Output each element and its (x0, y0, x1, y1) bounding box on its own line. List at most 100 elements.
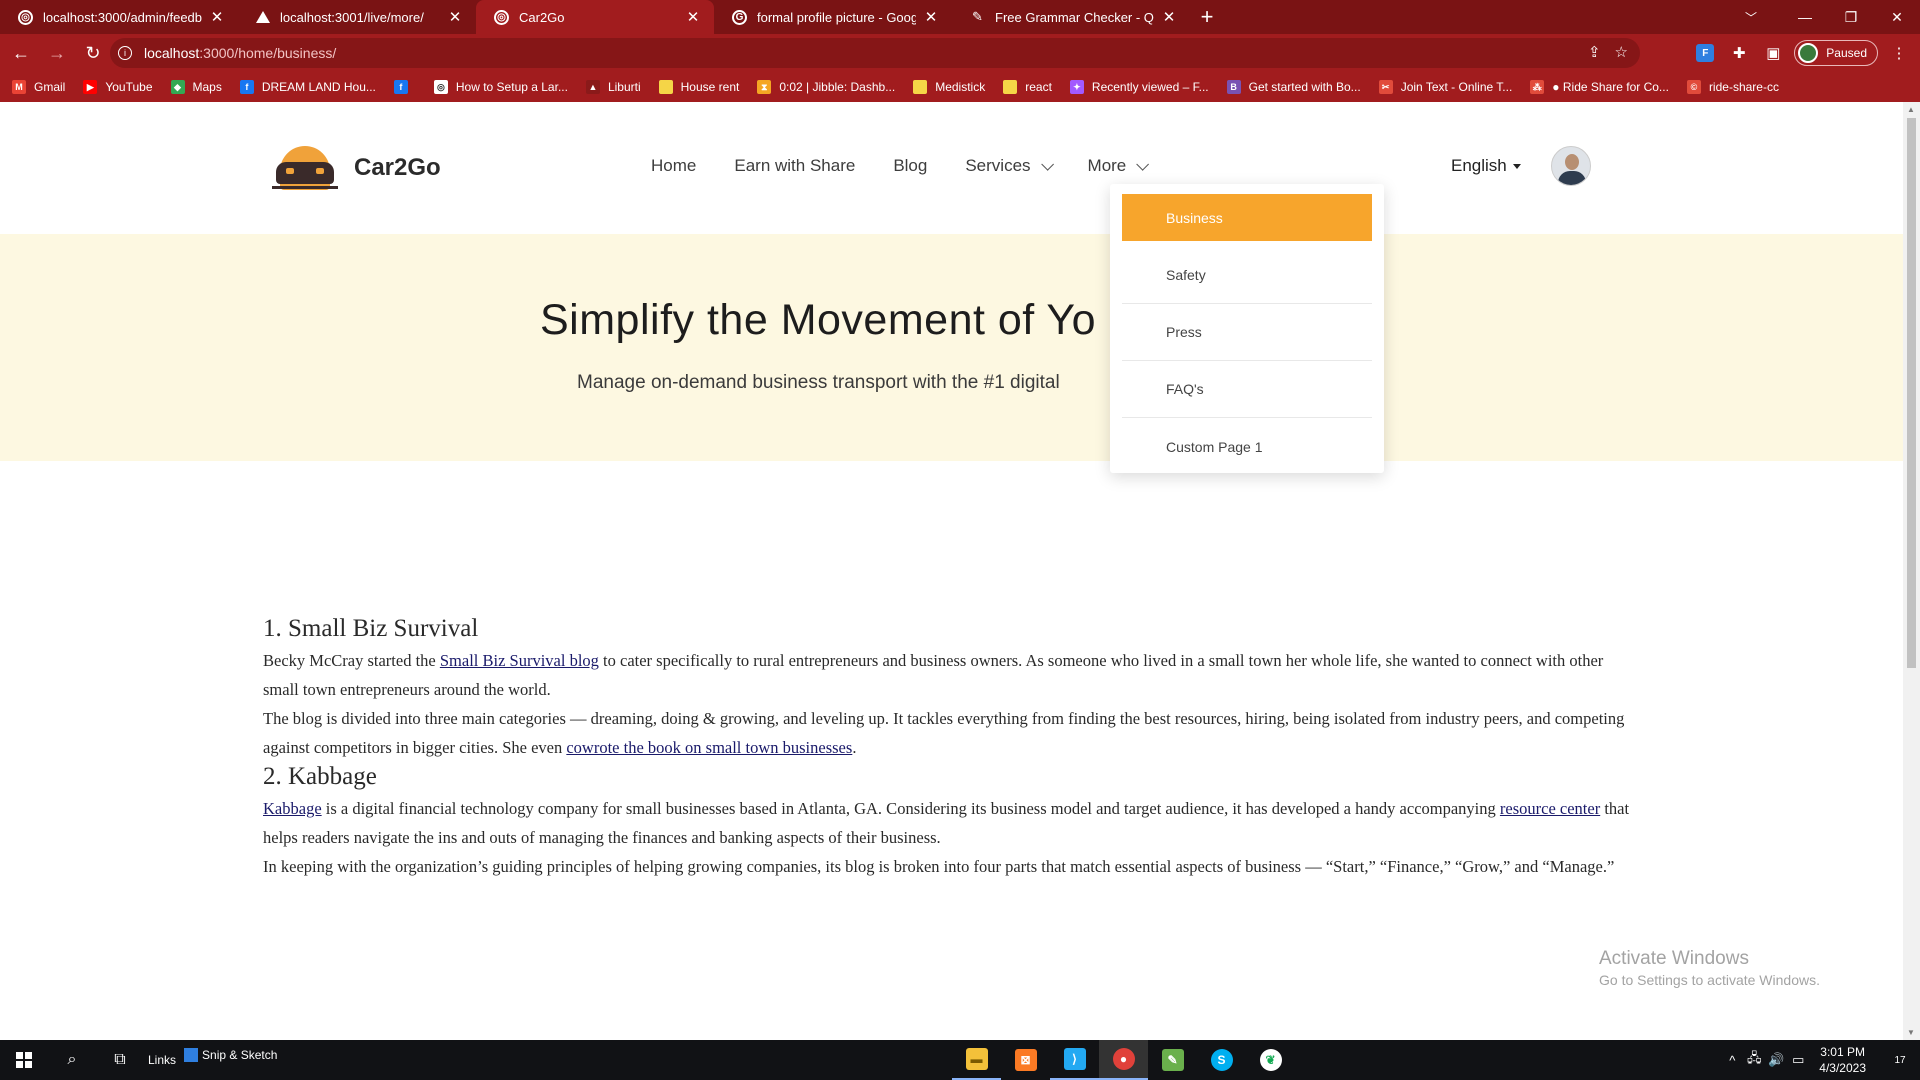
nav-more[interactable]: More (1087, 156, 1150, 176)
page-scrollbar[interactable]: ▲ ▼ (1903, 102, 1920, 1040)
tab-search-icon[interactable]: ﹀ (1728, 0, 1774, 34)
close-tab-icon[interactable]: ✕ (684, 8, 702, 26)
bookmark-item[interactable]: ✦ Recently viewed – F... (1069, 80, 1209, 94)
main-nav: Home Earn with Share Blog Services More (651, 156, 1183, 176)
bookmark-favicon-icon: M (12, 80, 26, 94)
search-icon[interactable]: ⌕ (48, 1040, 96, 1080)
scroll-up-icon[interactable]: ▲ (1907, 105, 1915, 114)
browser-tab-active[interactable]: ◎ Car2Go ✕ (476, 0, 714, 34)
xampp-app[interactable]: ⊠ (1001, 1040, 1050, 1080)
bookmark-item[interactable]: ⁂ ● Ride Share for Co... (1530, 80, 1669, 94)
language-selector[interactable]: English (1451, 156, 1521, 176)
browser-tab[interactable]: ✎ Free Grammar Checker - QuillBot ✕ (952, 0, 1190, 34)
nav-home[interactable]: Home (651, 156, 696, 176)
site-logo[interactable]: Car2Go (272, 144, 441, 192)
notepad-app[interactable]: ✎ (1148, 1040, 1197, 1080)
bookmark-favicon-icon (658, 80, 673, 94)
resource-center-link[interactable]: resource center (1500, 799, 1600, 818)
site-info-icon[interactable]: i (118, 46, 132, 60)
address-bar[interactable]: i localhost:3000/home/business/ ⇪ ☆ (110, 38, 1640, 68)
bookmark-item[interactable]: Medistick (913, 80, 985, 94)
bookmark-item[interactable]: ◎ How to Setup a Lar... (433, 80, 568, 94)
small-biz-survival-link[interactable]: Small Biz Survival blog (440, 651, 599, 670)
notifications-icon[interactable]: 17 (1880, 1040, 1920, 1080)
bookmark-item[interactable]: M Gmail (12, 80, 65, 94)
bookmark-item[interactable]: ◆ Maps (170, 80, 222, 94)
nav-earn-with-share[interactable]: Earn with Share (734, 156, 855, 176)
book-link[interactable]: cowrote the book on small town businesse… (566, 738, 852, 757)
file-explorer-app[interactable]: ▬ (952, 1040, 1001, 1080)
start-button[interactable] (0, 1040, 48, 1080)
close-tab-icon[interactable]: ✕ (922, 8, 940, 26)
bookmark-label: ride-share-cc (1708, 80, 1779, 94)
nav-more-label: More (1087, 156, 1127, 175)
bookmark-item[interactable]: ▲ Liburti (585, 80, 641, 94)
tab-title: Car2Go (519, 9, 565, 25)
menu-item-business[interactable]: Business (1122, 194, 1372, 241)
bookmark-item[interactable]: ▶ YouTube (83, 80, 153, 94)
bookmark-favicon-icon: ◆ (170, 80, 185, 94)
bookmark-item[interactable]: ⧗ 0:02 | Jibble: Dashb... (757, 80, 895, 94)
menu-item-faqs[interactable]: FAQ's (1122, 361, 1372, 418)
reload-icon[interactable]: ↻ (78, 38, 108, 68)
bookmark-favicon-icon (1003, 80, 1018, 94)
side-panel-icon[interactable]: ▣ (1760, 40, 1786, 66)
menu-kebab-icon[interactable]: ⋮ (1886, 40, 1912, 66)
bookmark-favicon-icon: ▶ (83, 80, 98, 94)
bookmark-item[interactable]: ✂ Join Text - Online T... (1378, 80, 1512, 94)
bookmark-item[interactable]: B Get started with Bo... (1226, 80, 1361, 94)
back-icon[interactable]: ← (6, 38, 36, 68)
chevron-up-icon[interactable]: ^ (1721, 1053, 1743, 1068)
watermark-title: Activate Windows (1599, 948, 1749, 969)
minimize-icon[interactable]: — (1782, 0, 1828, 34)
nav-blog[interactable]: Blog (893, 156, 927, 176)
kabbage-link[interactable]: Kabbage (263, 799, 322, 818)
close-tab-icon[interactable]: ✕ (1160, 8, 1178, 26)
nav-services[interactable]: Services (965, 156, 1054, 176)
bookmark-item[interactable]: © ride-share-cc (1686, 80, 1779, 94)
bookmark-favicon-icon: © (1686, 80, 1701, 94)
close-window-icon[interactable]: ✕ (1874, 0, 1920, 34)
new-tab-button[interactable]: + (1190, 0, 1224, 34)
browser-tab[interactable]: G formal profile picture - Google Se ✕ (714, 0, 952, 34)
chrome-app[interactable]: ● (1099, 1040, 1148, 1080)
mongodb-app[interactable]: ❦ (1246, 1040, 1295, 1080)
skype-app[interactable]: S (1197, 1040, 1246, 1080)
close-tab-icon[interactable]: ✕ (208, 8, 226, 26)
bookmark-item[interactable]: House rent (658, 80, 739, 94)
forward-icon[interactable]: → (42, 38, 72, 68)
vscode-app[interactable]: ⟩ (1050, 1040, 1099, 1080)
extensions-puzzle-icon[interactable]: ✚ (1726, 40, 1752, 66)
scrollbar-thumb[interactable] (1907, 118, 1916, 668)
restore-icon[interactable]: ❐ (1828, 0, 1874, 34)
volume-icon[interactable]: 🔊 (1765, 1052, 1787, 1068)
bookmark-item[interactable]: f DREAM LAND Hou... (239, 80, 376, 94)
url-host: localhost (144, 45, 200, 61)
user-avatar[interactable] (1551, 146, 1591, 186)
bookmark-star-icon[interactable]: ☆ (1615, 43, 1628, 61)
task-view-icon[interactable]: ⧉ (96, 1040, 144, 1080)
menu-item-press[interactable]: Press (1122, 304, 1372, 361)
browser-tab[interactable]: ◎ localhost:3000/admin/feedback/ ✕ (0, 0, 238, 34)
bookmark-favicon-icon (913, 80, 928, 94)
links-toolbar[interactable]: Links (148, 1053, 176, 1067)
snip-sketch-link[interactable]: Snip & Sketch (184, 1048, 277, 1062)
profile-button[interactable]: Paused (1794, 40, 1878, 66)
vscode-icon: ⟩ (1063, 1048, 1086, 1070)
browser-tab[interactable]: localhost:3001/live/more/ ✕ (238, 0, 476, 34)
windows-taskbar: ⌕ ⧉ Links Snip & Sketch ▬ ⊠ ⟩ ● ✎ S ❦ ^ … (0, 1040, 1920, 1080)
tab-title: Free Grammar Checker - QuillBot (995, 9, 1154, 25)
network-icon[interactable]: 🖧 (1743, 1049, 1765, 1071)
bookmark-item[interactable]: f (393, 80, 416, 94)
scroll-down-icon[interactable]: ▼ (1907, 1028, 1915, 1037)
menu-item-custom-page-1[interactable]: Custom Page 1 (1122, 418, 1372, 475)
battery-icon[interactable]: ▭ (1787, 1052, 1809, 1068)
tab-title: localhost:3000/admin/feedback/ (43, 9, 202, 25)
menu-item-safety[interactable]: Safety (1122, 247, 1372, 304)
clock[interactable]: 3:01 PM 4/3/2023 (1819, 1044, 1866, 1076)
bookmark-item[interactable]: react (1003, 80, 1052, 94)
close-tab-icon[interactable]: ✕ (446, 8, 464, 26)
text: . (852, 738, 857, 757)
extension-icon[interactable]: F (1692, 40, 1718, 66)
share-icon[interactable]: ⇪ (1588, 43, 1601, 61)
